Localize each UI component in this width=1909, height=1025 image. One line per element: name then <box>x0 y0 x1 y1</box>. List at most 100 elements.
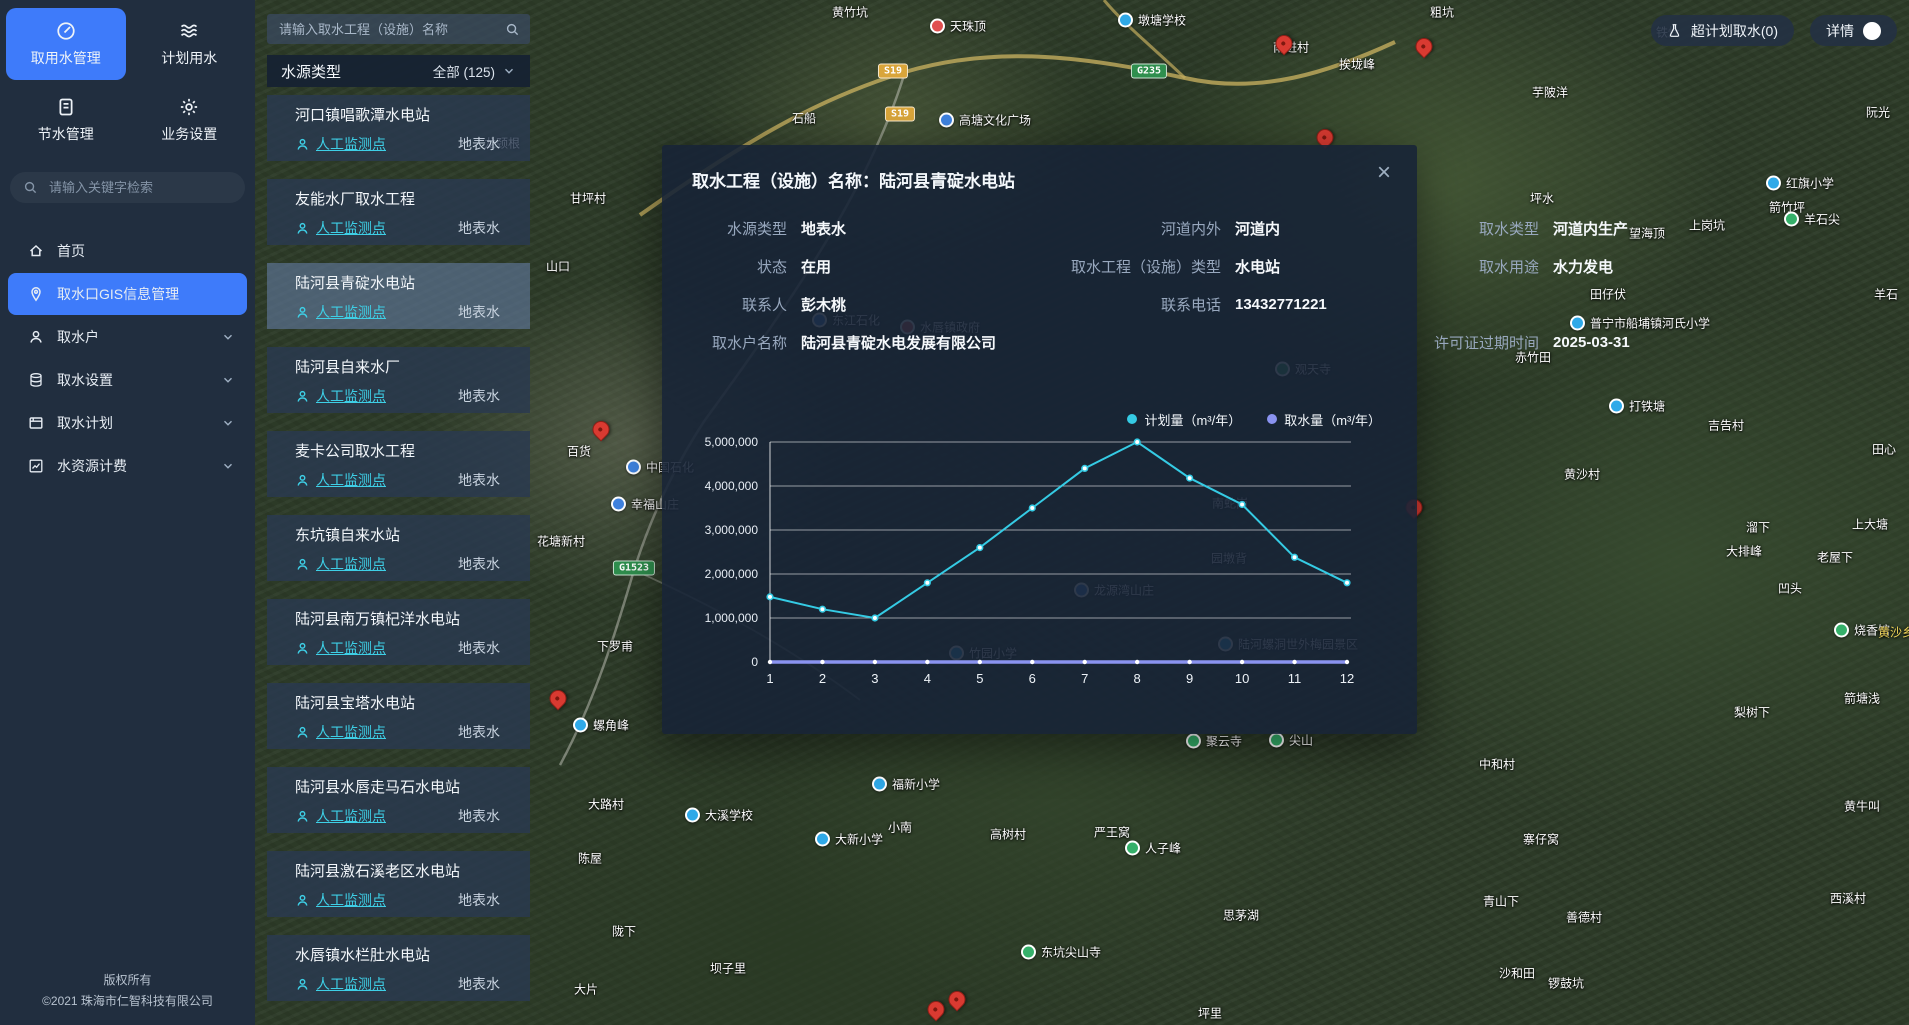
manual-monitor-link[interactable]: 人工监测点 <box>295 470 386 490</box>
poi-marker-icon <box>939 113 954 128</box>
sidebar-item-plan[interactable]: 取水计划 <box>8 402 247 444</box>
list-item[interactable]: 东坑镇自来水站 人工监测点 地表水 <box>267 515 530 581</box>
close-icon[interactable]: × <box>1377 161 1391 185</box>
field-label: 取水工程（设施）类型 <box>973 256 1221 277</box>
chevron-down-icon <box>221 459 235 473</box>
map-label-text: 箭塘浅 <box>1844 690 1880 707</box>
facility-list-panel: 水源类型 全部 (125) 河口镇唱歌潭水电站 人工监测点 地表水 友能水厂取水… <box>267 0 530 1025</box>
list-item[interactable]: 水唇镇水栏肚水电站 人工监测点 地表水 <box>267 935 530 1001</box>
list-item[interactable]: 陆河县自来水厂 人工监测点 地表水 <box>267 347 530 413</box>
map-label: 吉告村 <box>1708 417 1744 434</box>
scenic-marker-icon <box>1021 945 1036 960</box>
school-marker-icon <box>872 777 887 792</box>
facility-name: 陆河县南万镇杞洋水电站 <box>295 610 514 629</box>
map-label-text: 天珠顶 <box>950 18 986 35</box>
detail-toggle-label: 详情 <box>1826 21 1854 41</box>
map-label: 大路村 <box>588 796 624 813</box>
map-label: 东坑尖山寺 <box>1021 944 1101 961</box>
legend-item[interactable]: 计划量（m³/年） <box>1127 410 1241 429</box>
map-label: 严王窝 <box>1094 824 1130 841</box>
manual-monitor-link[interactable]: 人工监测点 <box>295 302 386 322</box>
map-label: 青山下 <box>1483 893 1519 910</box>
map-label: 高塘文化广场 <box>939 112 1031 129</box>
map-label: 黄沙乡 <box>1878 624 1909 641</box>
list-item[interactable]: 陆河县宝塔水电站 人工监测点 地表水 <box>267 683 530 749</box>
manual-monitor-link[interactable]: 人工监测点 <box>295 134 386 154</box>
map-label: 沙和田 <box>1499 965 1535 982</box>
over-plan-intake-button[interactable]: 超计划取水(0) <box>1651 15 1794 46</box>
manual-monitor-link[interactable]: 人工监测点 <box>295 638 386 658</box>
map-label-text: 高树村 <box>990 826 1026 843</box>
facility-search-input[interactable] <box>277 21 505 38</box>
x-tick-label: 12 <box>1340 671 1354 686</box>
field-value: 2025-03-31 <box>1553 334 1630 351</box>
y-tick-label: 5,000,000 <box>705 435 758 449</box>
sidebar-item-home[interactable]: 首页 <box>8 230 247 272</box>
list-item[interactable]: 陆河县青碇水电站 人工监测点 地表水 <box>267 263 530 329</box>
water-source-type: 地表水 <box>458 638 500 658</box>
manual-monitor-link[interactable]: 人工监测点 <box>295 386 386 406</box>
manual-monitor-link[interactable]: 人工监测点 <box>295 974 386 994</box>
person-icon <box>295 137 310 152</box>
manual-monitor-link[interactable]: 人工监测点 <box>295 806 386 826</box>
map-label: 善德村 <box>1566 909 1602 926</box>
list-item[interactable]: 陆河县水唇走马石水电站 人工监测点 地表水 <box>267 767 530 833</box>
list-item[interactable]: 河口镇唱歌潭水电站 人工监测点 地表水 <box>267 95 530 161</box>
sidebar-item-billing[interactable]: 水资源计费 <box>8 445 247 487</box>
gauge-icon <box>56 21 76 41</box>
map-label: 尖山 <box>1269 732 1313 749</box>
map-label-text: 黄竹坑 <box>832 4 868 21</box>
person-icon <box>295 557 310 572</box>
sidebar-item-user[interactable]: 取水户 <box>8 316 247 358</box>
x-tick-label: 1 <box>766 671 773 686</box>
map-label-text: 羊石尖 <box>1804 211 1840 228</box>
list-item[interactable]: 麦卡公司取水工程 人工监测点 地表水 <box>267 431 530 497</box>
manual-monitor-link[interactable]: 人工监测点 <box>295 722 386 742</box>
map-label-text: 大排峰 <box>1726 543 1762 560</box>
x-tick-label: 9 <box>1186 671 1193 686</box>
map-label-text: 坪水 <box>1530 190 1554 207</box>
field-value: 河道内 <box>1235 218 1357 239</box>
water-source-type: 地表水 <box>458 890 500 910</box>
legend-item[interactable]: 取水量（m³/年） <box>1267 410 1381 429</box>
sidebar-search-input[interactable] <box>47 179 232 196</box>
module-waves[interactable]: 计划用水 <box>130 8 250 80</box>
map-label: 黄沙村 <box>1564 466 1600 483</box>
map-label-text: 善德村 <box>1566 909 1602 926</box>
list-item[interactable]: 陆河县激石溪老区水电站 人工监测点 地表水 <box>267 851 530 917</box>
manual-monitor-link[interactable]: 人工监测点 <box>295 218 386 238</box>
map-label-text: 百货 <box>567 443 591 460</box>
person-icon <box>295 473 310 488</box>
map-label-text: 坝子里 <box>710 960 746 977</box>
scenic-marker-icon <box>1125 841 1140 856</box>
module-gauge[interactable]: 取用水管理 <box>6 8 126 80</box>
map-label: 思茅湖 <box>1223 907 1259 924</box>
sidebar-item-label: 水资源计费 <box>57 456 127 476</box>
manual-monitor-link[interactable]: 人工监测点 <box>295 890 386 910</box>
x-tick-label: 11 <box>1288 671 1302 686</box>
list-item[interactable]: 陆河县南万镇杞洋水电站 人工监测点 地表水 <box>267 599 530 665</box>
map-label-text: 普宁市船埔镇河氏小学 <box>1590 315 1710 332</box>
map-label: 螺角峰 <box>573 717 629 734</box>
sidebar-item-pin[interactable]: 取水口GIS信息管理 <box>8 273 247 315</box>
sidebar-search[interactable] <box>10 172 245 203</box>
map-label: 箭塘浅 <box>1844 690 1880 707</box>
map-label: 芋陂洋 <box>1532 84 1568 101</box>
source-type-filter[interactable]: 水源类型 全部 (125) <box>267 55 530 87</box>
module-gear[interactable]: 业务设置 <box>130 84 250 156</box>
map-label: 羊石尖 <box>1784 211 1840 228</box>
manual-monitor-link[interactable]: 人工监测点 <box>295 554 386 574</box>
toggle-knob[interactable] <box>1863 22 1881 40</box>
detail-toggle[interactable]: 详情 <box>1810 15 1897 46</box>
map-label: 山口 <box>546 258 570 275</box>
module-doc[interactable]: 节水管理 <box>6 84 126 156</box>
map-label-text: 芋陂洋 <box>1532 84 1568 101</box>
map-label-text: 下罗甫 <box>597 638 633 655</box>
facility-search[interactable] <box>267 14 530 44</box>
chevron-down-icon <box>221 373 235 387</box>
intake-chart: 计划量（m³/年） 取水量（m³/年） 01,000,0002,000,0003… <box>692 407 1387 665</box>
map-label: 坝子里 <box>710 960 746 977</box>
map-label-text: 锣鼓坑 <box>1548 975 1584 992</box>
sidebar-item-database[interactable]: 取水设置 <box>8 359 247 401</box>
list-item[interactable]: 友能水厂取水工程 人工监测点 地表水 <box>267 179 530 245</box>
